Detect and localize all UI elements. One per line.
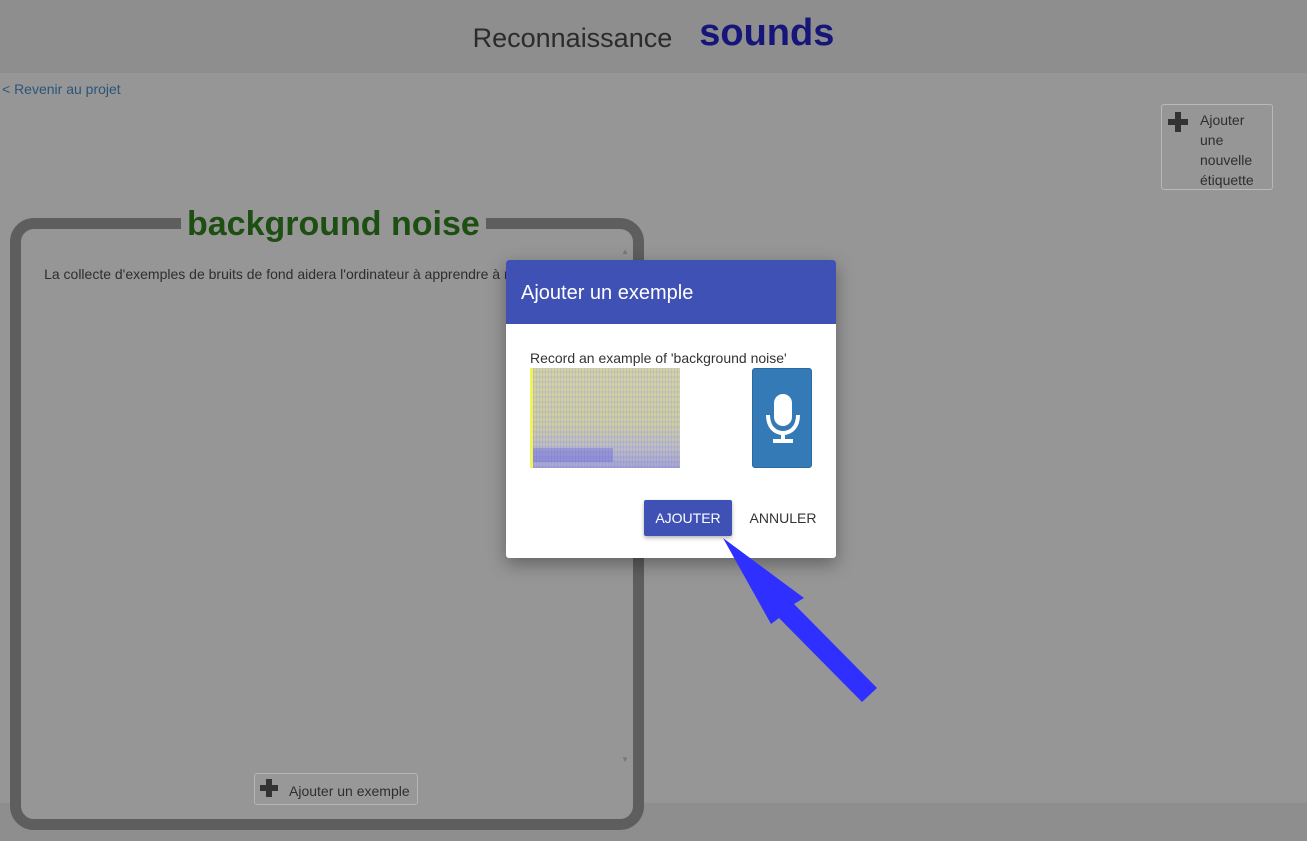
label-title: background noise [181,204,486,244]
scroll-up-icon[interactable]: ▲ [621,247,629,256]
add-label-button[interactable]: Ajouter une nouvelle étiquette [1161,104,1273,190]
plus-icon [1168,112,1188,132]
microphone-icon [766,394,800,443]
add-example-text: Ajouter un exemple [289,783,410,799]
scroll-down-icon[interactable]: ▼ [621,755,629,764]
plus-icon [260,779,278,797]
add-button[interactable]: AJOUTER [644,500,732,536]
record-prompt: Record an example of 'background noise' [530,350,787,366]
dialog-title: Ajouter un exemple [506,260,836,324]
app-header: Reconnaissance sounds [0,0,1307,73]
add-example-dialog: Ajouter un exemple Record an example of … [506,260,836,558]
back-to-project-link[interactable]: < Revenir au projet [2,81,121,97]
spectrogram-preview [530,368,680,468]
project-title: sounds [699,12,835,54]
record-button[interactable] [752,368,812,468]
add-example-button[interactable]: Ajouter un exemple [254,773,418,805]
cancel-button[interactable]: ANNULER [742,500,824,536]
spectrogram-band [533,448,613,462]
add-label-text: Ajouter une nouvelle étiquette [1200,112,1254,188]
app-title: Reconnaissance [472,23,673,53]
